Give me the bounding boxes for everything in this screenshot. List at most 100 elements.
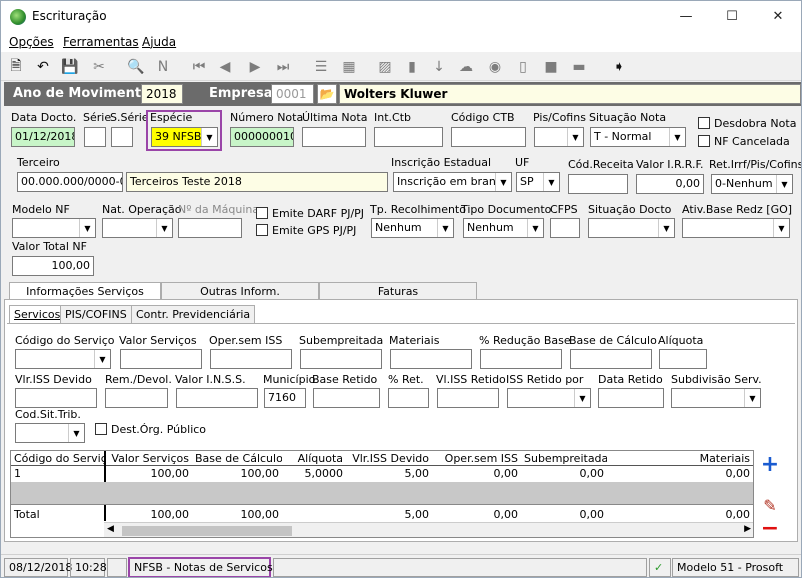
dest-org-publico-checkbox[interactable] [95, 423, 107, 435]
ie-select[interactable]: Inscrição em branco ▼ [393, 172, 512, 192]
scroll-right-icon[interactable]: ▶ [744, 524, 751, 534]
undo-icon[interactable]: ↶ [33, 57, 53, 77]
desdobra-checkbox[interactable] [698, 117, 710, 129]
close-button[interactable]: ✕ [755, 1, 801, 32]
terceiro-cnpj-input[interactable]: 00.000.000/0000-00 [17, 172, 123, 192]
cib-icon[interactable]: ◉ [485, 57, 505, 77]
subtab-contr-previdenciaria[interactable]: Contr. Previdenciária [131, 305, 256, 323]
grid-row-aliquota[interactable]: 5,0000 [282, 467, 346, 480]
vlr-iss-devido-input[interactable] [15, 388, 97, 408]
serie-input[interactable] [84, 127, 106, 147]
base-retido-input[interactable] [313, 388, 380, 408]
subdivisao-select[interactable]: ▼ [671, 388, 761, 408]
square-icon[interactable]: ■ [541, 57, 561, 77]
grid-header-base[interactable]: Base de Cálculo [192, 452, 282, 465]
add-row-icon[interactable]: + [759, 452, 781, 477]
menu-ajuda[interactable]: Ajuda [142, 35, 176, 49]
codigo-servico-select[interactable]: ▼ [15, 349, 111, 369]
cloud-icon[interactable]: ☁ [456, 57, 476, 77]
scroll-left-icon[interactable]: ◀ [107, 524, 114, 534]
data-retido-input[interactable] [598, 388, 664, 408]
subtab-servicos[interactable]: Servicos [9, 305, 66, 324]
cod-sit-trib-select[interactable]: ▼ [15, 423, 85, 443]
vl-iss-retido-input[interactable] [437, 388, 499, 408]
data-docto-input[interactable]: 01/12/2018 [11, 127, 75, 147]
cfps-input[interactable] [550, 218, 580, 238]
print-preview-icon[interactable]: 🔍 [126, 57, 146, 77]
grid-header-subemp[interactable]: Subempreitada [521, 452, 607, 465]
irrf-input[interactable]: 0,00 [636, 174, 704, 194]
rem-devol-input[interactable] [105, 388, 168, 408]
save-icon[interactable]: 💾 [60, 57, 80, 77]
ano-input[interactable]: 2018 [141, 84, 183, 104]
especie-select[interactable]: 39 NFSB ▼ [151, 127, 218, 147]
remove-row-icon[interactable]: − [759, 516, 781, 541]
edit-row-icon[interactable]: ✎ [759, 494, 781, 516]
sserie-input[interactable] [111, 127, 133, 147]
grid-header-materiais[interactable]: Materiais [607, 452, 753, 465]
uf-select[interactable]: SP ▼ [516, 172, 560, 192]
cancelada-checkbox[interactable] [698, 135, 710, 147]
codctb-input[interactable] [451, 127, 526, 147]
grid-row-base[interactable]: 100,00 [192, 467, 282, 480]
gps-checkbox[interactable] [256, 224, 268, 236]
pct-ret-input[interactable] [388, 388, 429, 408]
next-record-icon[interactable]: ▶ [245, 57, 265, 77]
exit-icon[interactable]: ➧ [609, 57, 629, 77]
grid-horizontal-scrollbar[interactable]: ◀ ▶ [104, 522, 753, 537]
nfe-icon[interactable]: N [153, 57, 173, 77]
sitdocto-select[interactable]: ▼ [588, 218, 675, 238]
grid-row-vliss[interactable]: 5,00 [346, 467, 432, 480]
tipodoc-select[interactable]: Nenhum ▼ [463, 218, 544, 238]
piscofins-select[interactable]: ▼ [534, 127, 584, 147]
open-folder-icon[interactable]: 📂 [317, 84, 337, 104]
grid-header-valor[interactable]: Valor Serviços [106, 452, 192, 465]
calculator-icon[interactable]: ▦ [339, 57, 359, 77]
minus-icon[interactable]: ▬ [569, 57, 589, 77]
grid-header-vliss[interactable]: Vlr.ISS Devido [346, 452, 432, 465]
menu-ferramentas[interactable]: Ferramentas [63, 35, 139, 49]
grid-row-subemp[interactable]: 0,00 [521, 467, 607, 480]
modelo-nf-select[interactable]: ▼ [12, 218, 96, 238]
scroll-thumb[interactable] [122, 526, 292, 536]
valortotal-input[interactable]: 100,00 [12, 256, 94, 276]
document-icon[interactable]: ▨ [375, 57, 395, 77]
grid-row-valor[interactable]: 100,00 [106, 467, 192, 480]
natop-select[interactable]: ▼ [102, 218, 173, 238]
empresa-code-input[interactable]: 0001 [271, 84, 314, 104]
import-icon[interactable]: ↓ [429, 57, 449, 77]
darf-checkbox[interactable] [256, 207, 268, 219]
reducao-base-input[interactable] [480, 349, 562, 369]
last-record-icon[interactable]: ⏭ [273, 57, 293, 77]
list-icon[interactable]: ☰ [311, 57, 331, 77]
ultima-nota-input[interactable] [302, 127, 366, 147]
grid-header-aliquota[interactable]: Alíquota [282, 452, 346, 465]
grid-row-oper[interactable]: 0,00 [432, 467, 521, 480]
situacao-nota-select[interactable]: T - Normal ▼ [590, 127, 686, 147]
oper-sem-iss-input[interactable] [210, 349, 292, 369]
subtab-piscofins[interactable]: PIS/COFINS [60, 305, 132, 323]
tprecolh-select[interactable]: Nenhum ▼ [371, 218, 454, 238]
maximize-button[interactable]: ☐ [709, 1, 755, 32]
numero-nota-input[interactable]: 0000000100 [230, 127, 294, 147]
grid-row-materiais[interactable]: 0,00 [607, 467, 753, 480]
inss-input[interactable] [176, 388, 258, 408]
codreceita-input[interactable] [568, 174, 628, 194]
subempreitada-input[interactable] [300, 349, 382, 369]
new-icon[interactable]: 🗎 [6, 57, 26, 77]
minimize-button[interactable]: — [663, 1, 709, 32]
ativbase-select[interactable]: ▼ [682, 218, 790, 238]
iss-retido-por-select[interactable]: ▼ [507, 388, 591, 408]
municipio-input[interactable]: 7160 [264, 388, 306, 408]
delete-icon[interactable]: ✂ [89, 57, 109, 77]
maquina-input[interactable] [178, 218, 242, 238]
valor-servicos-input[interactable] [120, 349, 202, 369]
materiais-input[interactable] [390, 349, 472, 369]
menu-opcoes[interactable]: Opções [9, 35, 54, 49]
previous-record-icon[interactable]: ◀ [215, 57, 235, 77]
folder-icon[interactable]: ▮ [402, 57, 422, 77]
grid-header-codigo[interactable]: Código do Serviço [11, 452, 104, 465]
first-record-icon[interactable]: ⏮ [189, 57, 209, 77]
base-calculo-input[interactable] [570, 349, 652, 369]
report-icon[interactable]: ▯ [513, 57, 533, 77]
